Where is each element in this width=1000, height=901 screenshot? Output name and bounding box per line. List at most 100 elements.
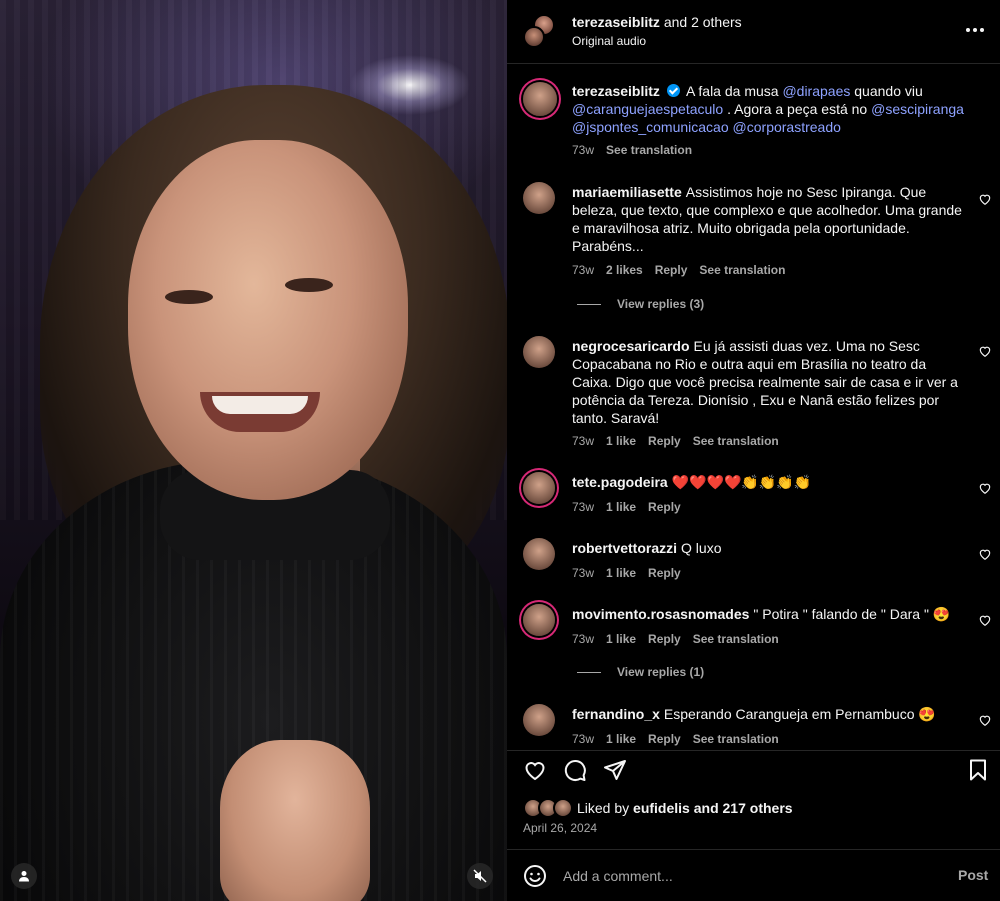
heart-icon[interactable] xyxy=(978,192,992,206)
view-replies-button[interactable]: View replies (1) xyxy=(577,665,704,679)
post-date[interactable]: April 26, 2024 xyxy=(523,821,597,835)
person-eye-right xyxy=(285,278,333,292)
likes-count[interactable]: 1 like xyxy=(606,566,636,580)
timestamp[interactable]: 73w xyxy=(572,566,594,580)
person-hand xyxy=(220,740,370,901)
bookmark-icon[interactable] xyxy=(966,758,990,782)
header-title[interactable]: terezaseiblitz and 2 others xyxy=(572,14,742,30)
timestamp[interactable]: 73w xyxy=(572,434,594,448)
likes-count[interactable]: 2 likes xyxy=(606,263,643,277)
avatar[interactable] xyxy=(523,336,555,368)
post-button[interactable]: Post xyxy=(958,867,988,883)
likes-prefix: Liked by xyxy=(577,800,630,816)
mention-link[interactable]: @dirapaes xyxy=(782,83,850,99)
avatar[interactable] xyxy=(523,704,555,736)
mention-link[interactable]: @jspontes_comunicacao xyxy=(572,119,729,135)
heart-icon[interactable] xyxy=(523,758,547,782)
view-replies-label: View replies (3) xyxy=(617,297,705,311)
view-replies-button[interactable]: View replies (3) xyxy=(577,297,704,311)
user-icon xyxy=(18,870,30,882)
caption-username[interactable]: terezaseiblitz xyxy=(572,83,660,99)
timestamp[interactable]: 73w xyxy=(572,143,594,157)
comment-body: Q luxo xyxy=(681,540,722,556)
comment-text: mariaemiliasette Assistimos hoje no Sesc … xyxy=(572,183,967,255)
reply-button[interactable]: Reply xyxy=(648,434,681,448)
comment-username[interactable]: fernandino_x xyxy=(572,706,660,722)
caption-text-part: . Agora a peça está no xyxy=(727,101,868,117)
smile-icon[interactable] xyxy=(523,864,547,888)
view-replies-label: View replies (1) xyxy=(617,665,705,679)
post-header: terezaseiblitz and 2 others Original aud… xyxy=(507,0,1000,64)
comments-list[interactable]: terezaseiblitz A fala da musa @dirapaes q… xyxy=(507,64,1000,750)
comment-username[interactable]: mariaemiliasette xyxy=(572,184,682,200)
reply-button[interactable]: Reply xyxy=(648,732,681,746)
caption-meta: 73w See translation xyxy=(572,143,692,157)
heart-icon[interactable] xyxy=(978,547,992,561)
reply-button[interactable]: Reply xyxy=(648,566,681,580)
likers-avatars xyxy=(523,798,577,818)
comment-username[interactable]: negrocesaricardo xyxy=(572,338,690,354)
muted-speaker-icon xyxy=(473,869,487,883)
heart-icon[interactable] xyxy=(978,613,992,627)
mention-link[interactable]: @sescipiranga xyxy=(871,101,964,117)
comment-username[interactable]: tete.pagodeira xyxy=(572,474,668,490)
likes-others[interactable]: and 217 others xyxy=(694,800,793,816)
more-icon[interactable] xyxy=(966,22,986,38)
header-username[interactable]: terezaseiblitz xyxy=(572,14,660,30)
mention-link[interactable]: @caranguejaespetaculo xyxy=(572,101,723,117)
comment-text: movimento.rosasnomades " Potira " falando… xyxy=(572,605,967,623)
likes-text: Liked by eufidelis and 217 others xyxy=(577,800,793,816)
mention-link[interactable]: @corporastreado xyxy=(733,119,841,135)
reply-button[interactable]: Reply xyxy=(655,263,688,277)
tagged-user-button[interactable] xyxy=(11,863,37,889)
comment-meta: 73w 1 like Reply xyxy=(572,566,681,580)
comment-body: Esperando Carangueja em Pernambuco 😍 xyxy=(663,706,936,722)
see-translation-link[interactable]: See translation xyxy=(693,732,779,746)
avatar[interactable] xyxy=(523,182,555,214)
send-icon[interactable] xyxy=(603,758,627,782)
heart-icon[interactable] xyxy=(978,481,992,495)
verified-badge-icon xyxy=(666,84,680,97)
avatar[interactable] xyxy=(523,82,557,116)
see-translation-link[interactable]: See translation xyxy=(699,263,785,277)
post-viewer: terezaseiblitz and 2 others Original aud… xyxy=(0,0,1000,901)
person-eye-left xyxy=(165,290,213,304)
avatar xyxy=(523,26,545,48)
post-side-panel: terezaseiblitz and 2 others Original aud… xyxy=(507,0,1000,901)
collab-avatars[interactable] xyxy=(523,14,559,50)
avatar[interactable] xyxy=(523,472,555,504)
comment-username[interactable]: robertvettorazzi xyxy=(572,540,677,556)
comment-input[interactable] xyxy=(563,865,923,887)
liker-username[interactable]: eufidelis xyxy=(633,800,690,816)
see-translation-link[interactable]: See translation xyxy=(693,434,779,448)
reply-button[interactable]: Reply xyxy=(648,500,681,514)
likes-count[interactable]: 1 like xyxy=(606,732,636,746)
comment-username[interactable]: movimento.rosasnomades xyxy=(572,606,749,622)
add-comment-bar: Post xyxy=(507,849,1000,901)
heart-icon[interactable] xyxy=(978,713,992,727)
reply-button[interactable]: Reply xyxy=(648,632,681,646)
caption-text-part: A fala da musa xyxy=(685,83,779,99)
avatar[interactable] xyxy=(523,538,555,570)
likes-count[interactable]: 1 like xyxy=(606,434,636,448)
comment-meta: 73w 2 likes Reply See translation xyxy=(572,263,785,277)
likes-summary[interactable]: Liked by eufidelis and 217 others xyxy=(523,797,793,819)
likes-count[interactable]: 1 like xyxy=(606,632,636,646)
timestamp[interactable]: 73w xyxy=(572,500,594,514)
see-translation-link[interactable]: See translation xyxy=(693,632,779,646)
timestamp[interactable]: 73w xyxy=(572,632,594,646)
reel-video[interactable] xyxy=(0,0,507,901)
header-others[interactable]: and 2 others xyxy=(664,14,742,30)
see-translation-link[interactable]: See translation xyxy=(606,143,692,157)
avatar[interactable] xyxy=(523,604,555,636)
original-audio-link[interactable]: Original audio xyxy=(572,34,646,48)
comment-meta: 73w 1 like Reply See translation xyxy=(572,732,779,746)
timestamp[interactable]: 73w xyxy=(572,263,594,277)
comment-icon[interactable] xyxy=(563,758,587,782)
heart-icon[interactable] xyxy=(978,344,992,358)
comment-text: robertvettorazzi Q luxo xyxy=(572,539,967,557)
comment-meta: 73w 1 like Reply xyxy=(572,500,681,514)
timestamp[interactable]: 73w xyxy=(572,732,594,746)
likes-count[interactable]: 1 like xyxy=(606,500,636,514)
mute-button[interactable] xyxy=(467,863,493,889)
